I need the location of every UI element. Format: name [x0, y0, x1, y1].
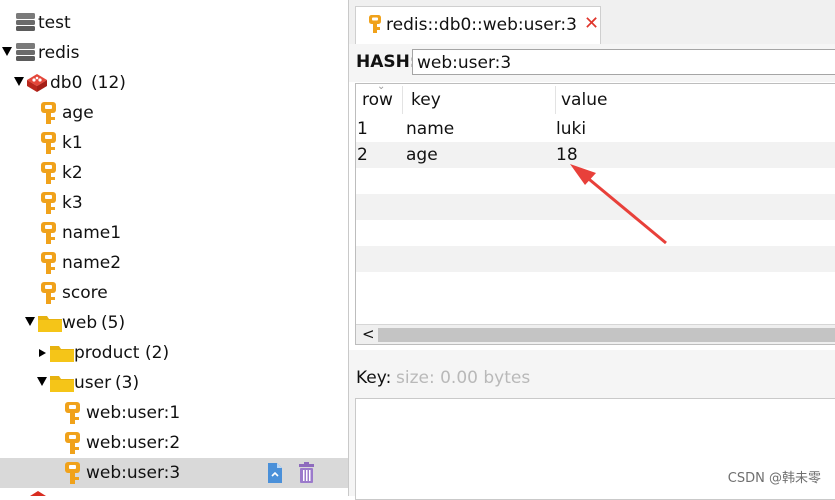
db-key-count: (12): [91, 73, 126, 93]
key-icon: [41, 132, 56, 154]
key-label: name2: [62, 253, 122, 273]
folder-icon: [50, 346, 74, 362]
key-label: age: [62, 103, 94, 123]
redis-db-icon: [27, 74, 47, 92]
key-icon: [65, 462, 80, 484]
key-type-label: HASH:: [356, 52, 417, 72]
tab-label: redis::db0::web:user:3: [386, 15, 577, 35]
watermark: CSDN @韩未零: [727, 471, 821, 486]
key-icon: [41, 162, 56, 184]
tree-item-key[interactable]: name2: [0, 248, 348, 278]
key-icon: [369, 15, 381, 33]
tree-item-key[interactable]: name1: [0, 218, 348, 248]
key-icon: [41, 102, 56, 124]
scrollbar-thumb[interactable]: [378, 328, 835, 342]
hash-table: ⌄ row key value 1 name luki 2 age 18 <: [355, 83, 835, 345]
key-label: web:user:3: [86, 463, 181, 483]
key-label: k3: [62, 193, 83, 213]
tree-item-key[interactable]: k1: [0, 128, 348, 158]
server-icon: [16, 13, 35, 31]
close-icon[interactable]: ✕: [584, 14, 599, 34]
tree-item-label: test: [38, 13, 71, 33]
server-icon: [16, 43, 35, 61]
annotation-arrow-icon: [570, 164, 667, 245]
key-name-field[interactable]: web:user:3: [412, 49, 835, 75]
folder-icon: [38, 316, 62, 332]
tab-key-view[interactable]: redis::db0::web:user:3 ✕: [355, 6, 601, 45]
tab-bar: redis::db0::web:user:3 ✕: [349, 0, 835, 45]
folder-count: (5): [101, 313, 126, 333]
horizontal-scrollbar[interactable]: <: [356, 324, 835, 344]
tree-item-folder-product[interactable]: product (2): [0, 338, 348, 368]
key-icon: [65, 432, 80, 454]
tree-item-key[interactable]: web:user:2: [0, 428, 348, 458]
key-icon: [41, 282, 56, 304]
tree-item-key-selected[interactable]: web:user:3: [0, 458, 348, 488]
tree-item-test[interactable]: test: [0, 8, 348, 38]
folder-label: user: [74, 373, 112, 393]
tree-item-key[interactable]: score: [0, 278, 348, 308]
collapse-arrow-icon[interactable]: [39, 349, 46, 357]
key-icon: [65, 402, 80, 424]
delete-icon[interactable]: [298, 462, 315, 484]
key-label: score: [62, 283, 108, 303]
connection-tree: test redis db0 (12) age k1 k2 k3 name1 n…: [0, 0, 349, 496]
scroll-left-button[interactable]: <: [362, 325, 375, 344]
key-icon: [41, 192, 56, 214]
tree-item-folder-user[interactable]: user (3): [0, 368, 348, 398]
folder-label: web: [62, 313, 98, 333]
tree-item-key[interactable]: web:user:1: [0, 398, 348, 428]
key-label: name1: [62, 223, 122, 243]
value-size: size: 0.00 bytes: [396, 368, 531, 388]
expand-arrow-icon[interactable]: [2, 47, 12, 56]
key-label: k1: [62, 133, 83, 153]
expand-arrow-icon[interactable]: [25, 317, 35, 326]
tree-item-redis[interactable]: redis: [0, 38, 348, 68]
db-label: db0: [50, 73, 83, 93]
key-label: web:user:2: [86, 433, 181, 453]
tree-item-folder-web[interactable]: web (5): [0, 308, 348, 338]
tree-item-key[interactable]: age: [0, 98, 348, 128]
folder-count: (3): [115, 373, 140, 393]
tree-item-db0[interactable]: db0 (12): [0, 68, 348, 98]
tree-item-key[interactable]: k2: [0, 158, 348, 188]
expand-arrow-icon[interactable]: [37, 377, 47, 386]
key-label: k2: [62, 163, 83, 183]
folder-count: (2): [145, 343, 170, 363]
key-icon: [41, 252, 56, 274]
key-header: HASH: web:user:3: [349, 44, 835, 82]
copy-icon[interactable]: [266, 462, 284, 484]
value-label: Key:: [356, 368, 392, 388]
key-icon: [41, 222, 56, 244]
folder-label: product: [74, 343, 140, 363]
tree-item-label: redis: [38, 43, 80, 63]
redis-db-icon: [30, 491, 46, 496]
tree-item-key[interactable]: k3: [0, 188, 348, 218]
expand-arrow-icon[interactable]: [14, 77, 24, 86]
folder-icon: [50, 376, 74, 392]
key-label: web:user:1: [86, 403, 181, 423]
